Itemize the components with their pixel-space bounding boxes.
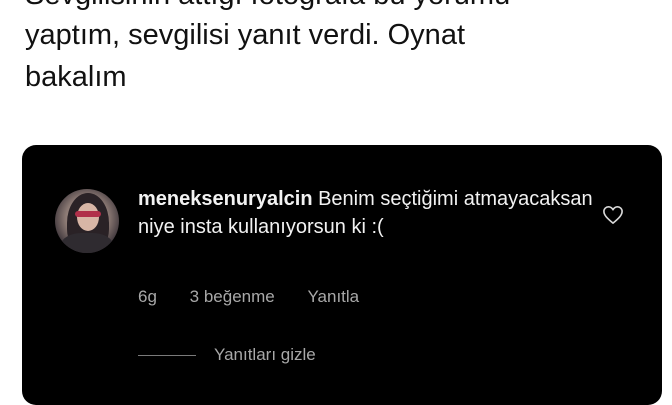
comment-username[interactable]: meneksenuryalcin — [138, 188, 313, 210]
avatar-glasses — [75, 211, 101, 217]
heart-outline-icon[interactable] — [602, 205, 624, 225]
avatar-face — [77, 203, 99, 231]
hide-replies-label: Yanıtları gizle — [214, 345, 316, 364]
avatar[interactable] — [55, 189, 119, 253]
comment-time: 6g — [138, 287, 157, 306]
hide-replies-button[interactable]: Yanıtları gizle — [138, 345, 316, 365]
tweet-text-line-2: bakalım — [25, 61, 127, 93]
comment-likes-count[interactable]: 3 beğenme — [190, 287, 275, 307]
tweet-text-line-1: yaptım, sevgilisi yanıt verdi. Oynat — [25, 19, 465, 51]
comment-body: meneksenuryalcin Benim seçtiğimi atmayac… — [138, 185, 593, 241]
avatar-body — [61, 233, 113, 253]
comment-meta: 6g 3 beğenme Yanıtla — [138, 287, 387, 307]
hide-replies-divider — [138, 354, 196, 356]
instagram-comment-card: meneksenuryalcin Benim seçtiğimi atmayac… — [22, 145, 662, 405]
reply-button[interactable]: Yanıtla — [307, 287, 359, 307]
